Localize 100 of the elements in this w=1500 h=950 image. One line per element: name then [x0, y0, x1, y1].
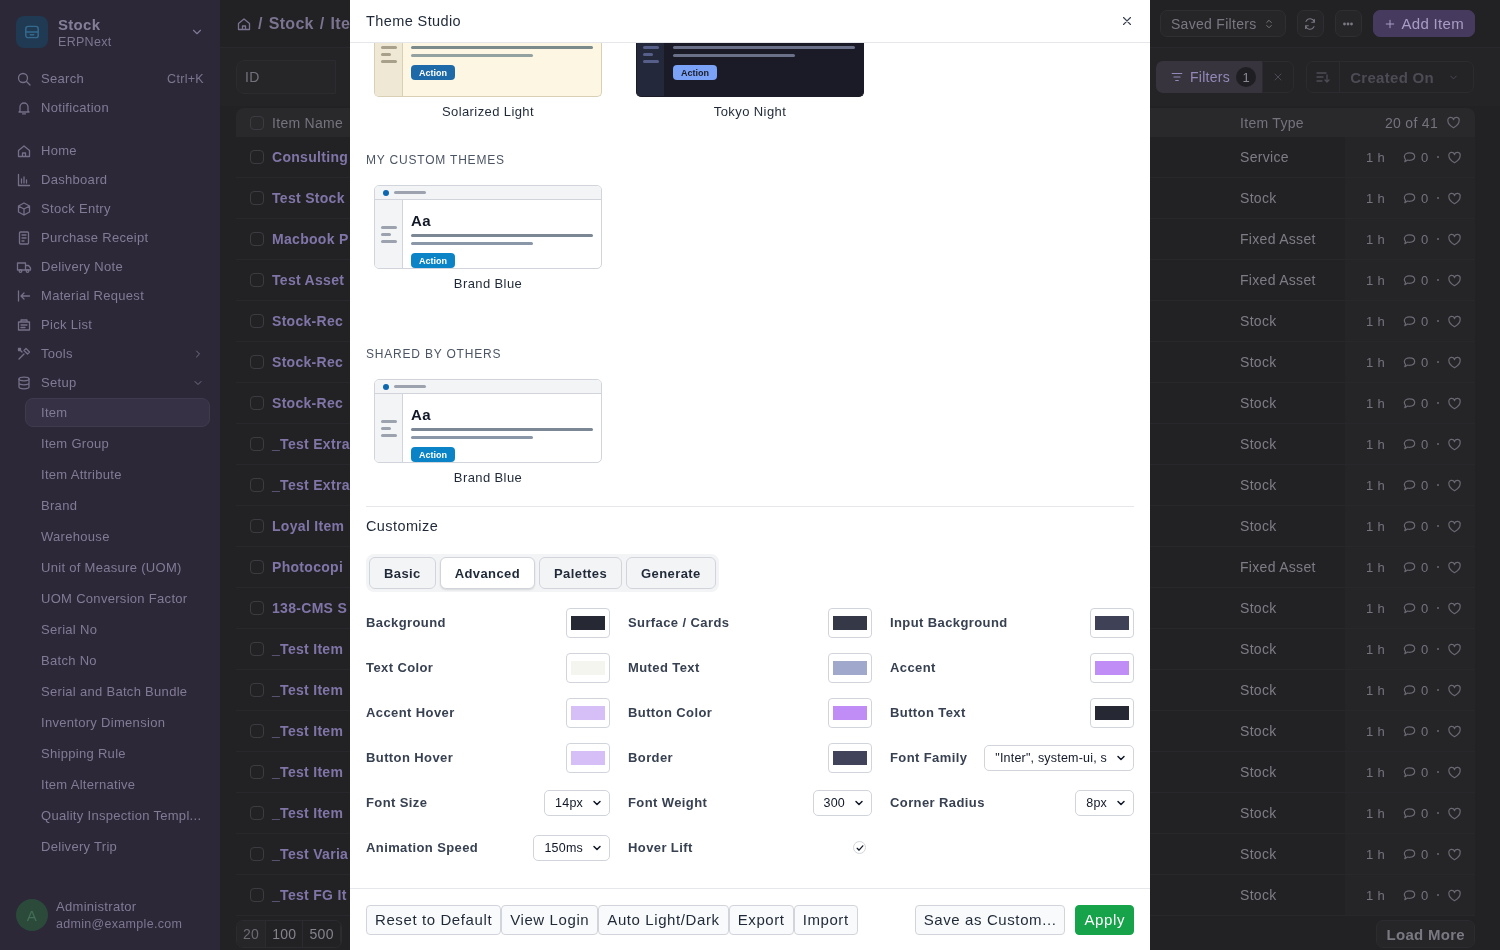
apply-button[interactable]: Apply — [1075, 904, 1134, 935]
sidebar-subitem[interactable]: Item Group — [25, 429, 210, 458]
heart-icon[interactable] — [1446, 641, 1462, 657]
checkbox[interactable] — [250, 150, 264, 164]
more-button[interactable] — [1334, 10, 1362, 37]
item-name-link[interactable]: Stock-Rec — [272, 395, 344, 411]
saved-filters-button[interactable]: Saved Filters — [1159, 10, 1286, 37]
sidebar-subitem[interactable]: Unit of Measure (UOM) — [25, 553, 210, 582]
sidebar-subitem[interactable]: Item — [25, 398, 210, 427]
item-name-link[interactable]: _Test FG It — [272, 887, 347, 903]
item-name-link[interactable]: Macbook P — [272, 231, 349, 247]
sidebar-subitem[interactable]: Inventory Dimension — [25, 708, 210, 737]
page-size-button[interactable]: 20 — [237, 921, 267, 947]
sidebar-item[interactable]: Setup — [0, 368, 220, 397]
checkbox[interactable] — [250, 191, 264, 205]
heart-icon[interactable] — [1446, 477, 1462, 493]
dropdown[interactable]: "Inter", system-ui, s — [984, 744, 1134, 771]
tab[interactable]: Advanced — [439, 557, 536, 589]
sidebar-subitem[interactable]: Warehouse — [25, 522, 210, 551]
item-name-link[interactable]: Photocopi — [272, 559, 344, 575]
sidebar-item[interactable]: Purchase Receipt — [0, 223, 220, 252]
checkbox[interactable] — [250, 724, 264, 738]
tab[interactable]: Generate — [626, 557, 716, 589]
heart-icon[interactable] — [1446, 313, 1462, 329]
color-picker[interactable] — [566, 742, 610, 773]
footer-button[interactable]: Auto Light/Dark — [598, 904, 729, 935]
item-name-link[interactable]: Stock-Rec — [272, 313, 344, 329]
item-name-link[interactable]: Consulting — [272, 149, 349, 165]
color-picker[interactable] — [566, 697, 610, 728]
heart-icon[interactable] — [1446, 518, 1462, 534]
heart-icon[interactable] — [1446, 887, 1462, 903]
sidebar-item[interactable]: Stock Entry — [0, 194, 220, 223]
checkbox[interactable] — [250, 888, 264, 902]
item-name-link[interactable]: _Test Extra — [272, 436, 350, 452]
item-name-link[interactable]: Stock-Rec — [272, 354, 344, 370]
item-name-link[interactable]: Loyal Item — [272, 518, 345, 534]
heart-icon[interactable] — [1446, 190, 1462, 206]
item-name-link[interactable]: _Test Item — [272, 641, 344, 657]
sidebar-item[interactable]: Delivery Note — [0, 252, 220, 281]
checkbox[interactable] — [250, 314, 264, 328]
dropdown[interactable]: 150ms — [533, 834, 610, 861]
item-name-link[interactable]: _Test Item — [272, 682, 344, 698]
sidebar-subitem[interactable]: Item Attribute — [25, 460, 210, 489]
breadcrumb-link[interactable]: Ite — [330, 14, 351, 33]
color-picker[interactable] — [1090, 607, 1134, 638]
theme-preview[interactable]: Action — [636, 43, 864, 97]
heart-icon[interactable] — [1446, 115, 1461, 130]
page-size-button[interactable]: 500 — [303, 921, 341, 947]
item-name-link[interactable]: 138-CMS S — [272, 600, 348, 616]
sidebar-subitem[interactable]: Delivery Trip — [25, 832, 210, 861]
heart-icon[interactable] — [1446, 723, 1462, 739]
checkbox[interactable] — [250, 355, 264, 369]
color-picker[interactable] — [828, 697, 872, 728]
item-name-link[interactable]: _Test Item — [272, 805, 344, 821]
theme-preview[interactable]: Aa Action — [374, 379, 602, 463]
heart-icon[interactable] — [1446, 436, 1462, 452]
save-as-custom-button[interactable]: Save as Custom... — [914, 904, 1066, 935]
checkbox[interactable] — [250, 683, 264, 697]
color-picker[interactable] — [828, 742, 872, 773]
search-item[interactable]: Search Ctrl+K — [0, 64, 220, 93]
sidebar-subitem[interactable]: Serial and Batch Bundle — [25, 677, 210, 706]
sidebar-subitem[interactable]: Serial No — [25, 615, 210, 644]
heart-icon[interactable] — [1446, 600, 1462, 616]
heart-icon[interactable] — [1446, 395, 1462, 411]
refresh-button[interactable] — [1296, 10, 1324, 37]
sidebar-subitem[interactable]: Quality Inspection Templ... — [25, 801, 210, 830]
color-picker[interactable] — [566, 652, 610, 683]
sidebar-subitem[interactable]: Item Alternative — [25, 770, 210, 799]
item-name-link[interactable]: _Test Item — [272, 764, 344, 780]
sidebar-subitem[interactable]: Batch No — [25, 646, 210, 675]
heart-icon[interactable] — [1446, 805, 1462, 821]
heart-icon[interactable] — [1446, 846, 1462, 862]
item-name-link[interactable]: _Test Varia — [272, 846, 349, 862]
heart-icon[interactable] — [1446, 682, 1462, 698]
sidebar-item[interactable]: Home — [0, 136, 220, 165]
heart-icon[interactable] — [1446, 354, 1462, 370]
dropdown[interactable]: 8px — [1075, 789, 1134, 816]
theme-preview[interactable]: Aa Action — [374, 185, 602, 269]
footer-button[interactable]: Reset to Default — [366, 904, 502, 935]
load-more-button[interactable]: Load More — [1376, 920, 1475, 948]
id-field[interactable]: ID — [236, 60, 336, 94]
checkbox[interactable] — [250, 273, 264, 287]
heart-icon[interactable] — [1446, 231, 1462, 247]
color-picker[interactable] — [1090, 652, 1134, 683]
item-name-link[interactable]: _Test Extra — [272, 477, 350, 493]
heart-icon[interactable] — [1446, 149, 1462, 165]
checkbox[interactable] — [250, 437, 264, 451]
sidebar-item[interactable]: Material Request — [0, 281, 220, 310]
checkbox[interactable] — [250, 560, 264, 574]
sidebar-item[interactable]: Tools — [0, 339, 220, 368]
color-picker[interactable] — [828, 652, 872, 683]
checkbox[interactable] — [250, 601, 264, 615]
item-name-link[interactable]: Test Asset — [272, 272, 345, 288]
item-name-link[interactable]: Test Stock — [272, 190, 345, 206]
footer-button[interactable]: Import — [793, 904, 858, 935]
checkbox[interactable] — [250, 396, 264, 410]
footer-button[interactable]: View Login — [501, 904, 599, 935]
sidebar-subitem[interactable]: Brand — [25, 491, 210, 520]
checkbox[interactable] — [250, 806, 264, 820]
breadcrumb-link[interactable]: Stock — [268, 14, 314, 33]
